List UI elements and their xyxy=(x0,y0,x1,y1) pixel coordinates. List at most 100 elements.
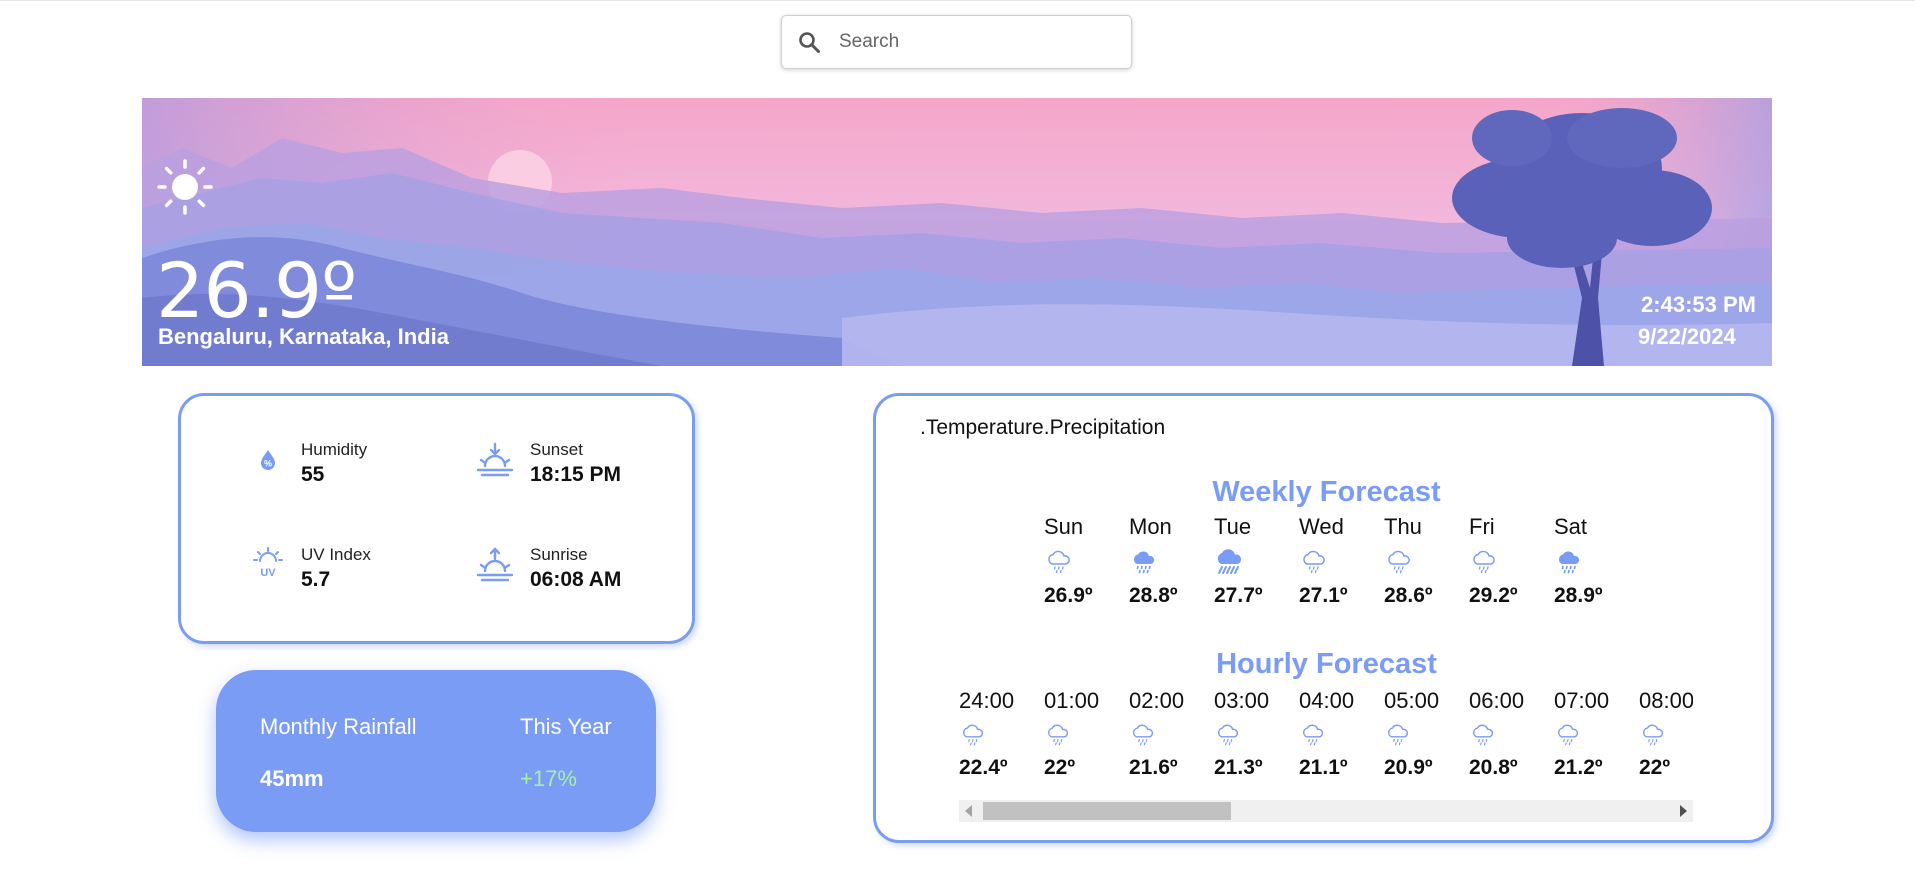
hourly-temp: 21.3º xyxy=(1214,756,1263,779)
heavy-rain-icon xyxy=(1558,551,1580,574)
light-rain-icon xyxy=(1048,550,1070,574)
hourly-time: 24:00 xyxy=(959,688,1015,713)
light-rain-icon xyxy=(1218,724,1239,746)
heavy-rain-icon xyxy=(1133,551,1155,574)
search-input[interactable] xyxy=(839,31,1099,53)
svg-text:%: % xyxy=(264,459,272,469)
light-rain-icon xyxy=(1303,550,1325,574)
sunrise-icon xyxy=(476,547,514,582)
tab-precipitation[interactable]: .Precipitation xyxy=(1044,416,1165,440)
weekly-day-name: Sat xyxy=(1554,514,1588,539)
hourly-item: 24:00 22.4º xyxy=(959,688,1039,780)
monthly-rainfall-card: Monthly Rainfall This Year 45mm +17% xyxy=(216,670,656,832)
uv-index-icon: UV xyxy=(253,547,283,579)
hourly-temp: 22º xyxy=(1639,756,1671,779)
hourly-forecast-list[interactable]: 24:00 22.4º 01:00 22º 02:00 21.6º 03:00 21.3º 04… xyxy=(959,688,1693,788)
hourly-temp: 21.6º xyxy=(1129,756,1178,779)
weekly-day-temp: 29.2º xyxy=(1469,584,1518,607)
top-divider xyxy=(0,0,1915,1)
sunrise-label: Sunrise xyxy=(530,545,588,564)
current-weather-banner: 26.9º Bengaluru, Karnataka, India 2:43:5… xyxy=(142,98,1772,366)
hourly-scrollbar[interactable] xyxy=(959,800,1693,822)
hourly-temp: 20.8º xyxy=(1469,756,1518,779)
current-date: 9/22/2024 xyxy=(1638,324,1736,349)
scroll-left-arrow-icon[interactable] xyxy=(965,805,972,817)
sunset-stat: Sunset 18:15 PM xyxy=(476,440,621,487)
light-rain-icon xyxy=(1473,550,1495,574)
forecast-tabs: .Temperature .Precipitation xyxy=(920,416,1165,440)
sunset-label: Sunset xyxy=(530,440,583,459)
weekly-day-temp: 28.9º xyxy=(1554,584,1603,607)
hourly-item: 08:00 22º xyxy=(1639,688,1693,780)
scroll-right-arrow-icon[interactable] xyxy=(1680,805,1687,817)
weekly-day-item: Wed 27.1º xyxy=(1299,514,1369,608)
light-rain-icon xyxy=(1643,724,1664,746)
hourly-temp: 22º xyxy=(1044,756,1076,779)
weekly-day-name: Wed xyxy=(1299,514,1344,539)
hourly-item: 07:00 21.2º xyxy=(1554,688,1634,780)
scrollbar-thumb[interactable] xyxy=(983,802,1231,820)
hourly-time: 01:00 xyxy=(1044,688,1100,713)
tab-temperature[interactable]: .Temperature xyxy=(920,416,1044,440)
sunset-value: 18:15 PM xyxy=(530,463,622,486)
current-time: 2:43:53 PM xyxy=(1641,292,1756,317)
svg-text:UV: UV xyxy=(260,567,276,579)
weekly-day-item: Sat 28.9º xyxy=(1554,514,1624,608)
light-rain-icon xyxy=(1388,724,1409,746)
light-rain-icon xyxy=(1048,724,1069,746)
weekly-day-item: Mon 28.8º xyxy=(1129,514,1199,608)
rainfall-change: +17% xyxy=(520,766,577,791)
weekly-day-name: Mon xyxy=(1129,514,1172,539)
weekly-day-temp: 27.7º xyxy=(1214,584,1263,607)
weekly-day-item: Tue 27.7º xyxy=(1214,514,1284,608)
light-rain-icon xyxy=(1303,724,1324,746)
humidity-value: 55 xyxy=(301,463,325,486)
light-rain-icon xyxy=(963,724,984,746)
rainfall-period-label: This Year xyxy=(520,714,612,739)
uv-index-stat: UV UV Index 5.7 xyxy=(251,545,371,592)
hourly-forecast-title: Hourly Forecast xyxy=(1216,648,1437,680)
light-rain-icon xyxy=(1133,724,1154,746)
hourly-item: 02:00 21.6º xyxy=(1129,688,1209,780)
hourly-temp: 20.9º xyxy=(1384,756,1433,779)
sunset-icon xyxy=(476,442,514,477)
sun-icon xyxy=(157,159,213,215)
hourly-time: 08:00 xyxy=(1639,688,1693,713)
hourly-item: 05:00 20.9º xyxy=(1384,688,1464,780)
humidity-stat: % Humidity 55 xyxy=(251,440,367,487)
weekly-day-name: Fri xyxy=(1469,514,1495,539)
hourly-time: 04:00 xyxy=(1299,688,1355,713)
hourly-time: 06:00 xyxy=(1469,688,1525,713)
current-temperature: 26.9º xyxy=(156,246,357,335)
humidity-label: Humidity xyxy=(301,440,368,459)
weekly-day-item: Fri 29.2º xyxy=(1469,514,1539,608)
weather-stats-card: % Humidity 55 Sunset 18:15 PM UV UV Inde… xyxy=(178,393,695,644)
weekly-day-item: Sun 26.9º xyxy=(1044,514,1114,608)
weekly-day-name: Sun xyxy=(1044,514,1084,539)
light-rain-icon xyxy=(1473,724,1494,746)
light-rain-icon xyxy=(1388,550,1410,574)
current-location: Bengaluru, Karnataka, India xyxy=(158,324,449,349)
weekly-day-temp: 28.6º xyxy=(1384,584,1433,607)
uv-index-label: UV Index xyxy=(301,545,371,564)
hourly-time: 05:00 xyxy=(1384,688,1440,713)
storm-rain-icon xyxy=(1217,549,1242,574)
hourly-temp: 21.2º xyxy=(1554,756,1603,779)
weekly-day-temp: 26.9º xyxy=(1044,584,1093,607)
sunrise-value: 06:08 AM xyxy=(530,568,622,591)
hourly-time: 03:00 xyxy=(1214,688,1270,713)
weekly-day-item: Thu 28.6º xyxy=(1384,514,1454,608)
uv-index-value: 5.7 xyxy=(301,568,331,591)
light-rain-icon xyxy=(1558,724,1579,746)
rainfall-value: 45mm xyxy=(260,766,324,791)
hourly-item: 06:00 20.8º xyxy=(1469,688,1549,780)
hourly-time: 07:00 xyxy=(1554,688,1610,713)
hourly-temp: 21.1º xyxy=(1299,756,1348,779)
weekly-forecast-title: Weekly Forecast xyxy=(1212,476,1441,508)
hourly-time: 02:00 xyxy=(1129,688,1185,713)
weekly-day-temp: 28.8º xyxy=(1129,584,1178,607)
hourly-item: 04:00 21.1º xyxy=(1299,688,1379,780)
search-box[interactable] xyxy=(781,15,1132,69)
weekly-day-name: Tue xyxy=(1214,514,1252,539)
hourly-item: 01:00 22º xyxy=(1044,688,1124,780)
